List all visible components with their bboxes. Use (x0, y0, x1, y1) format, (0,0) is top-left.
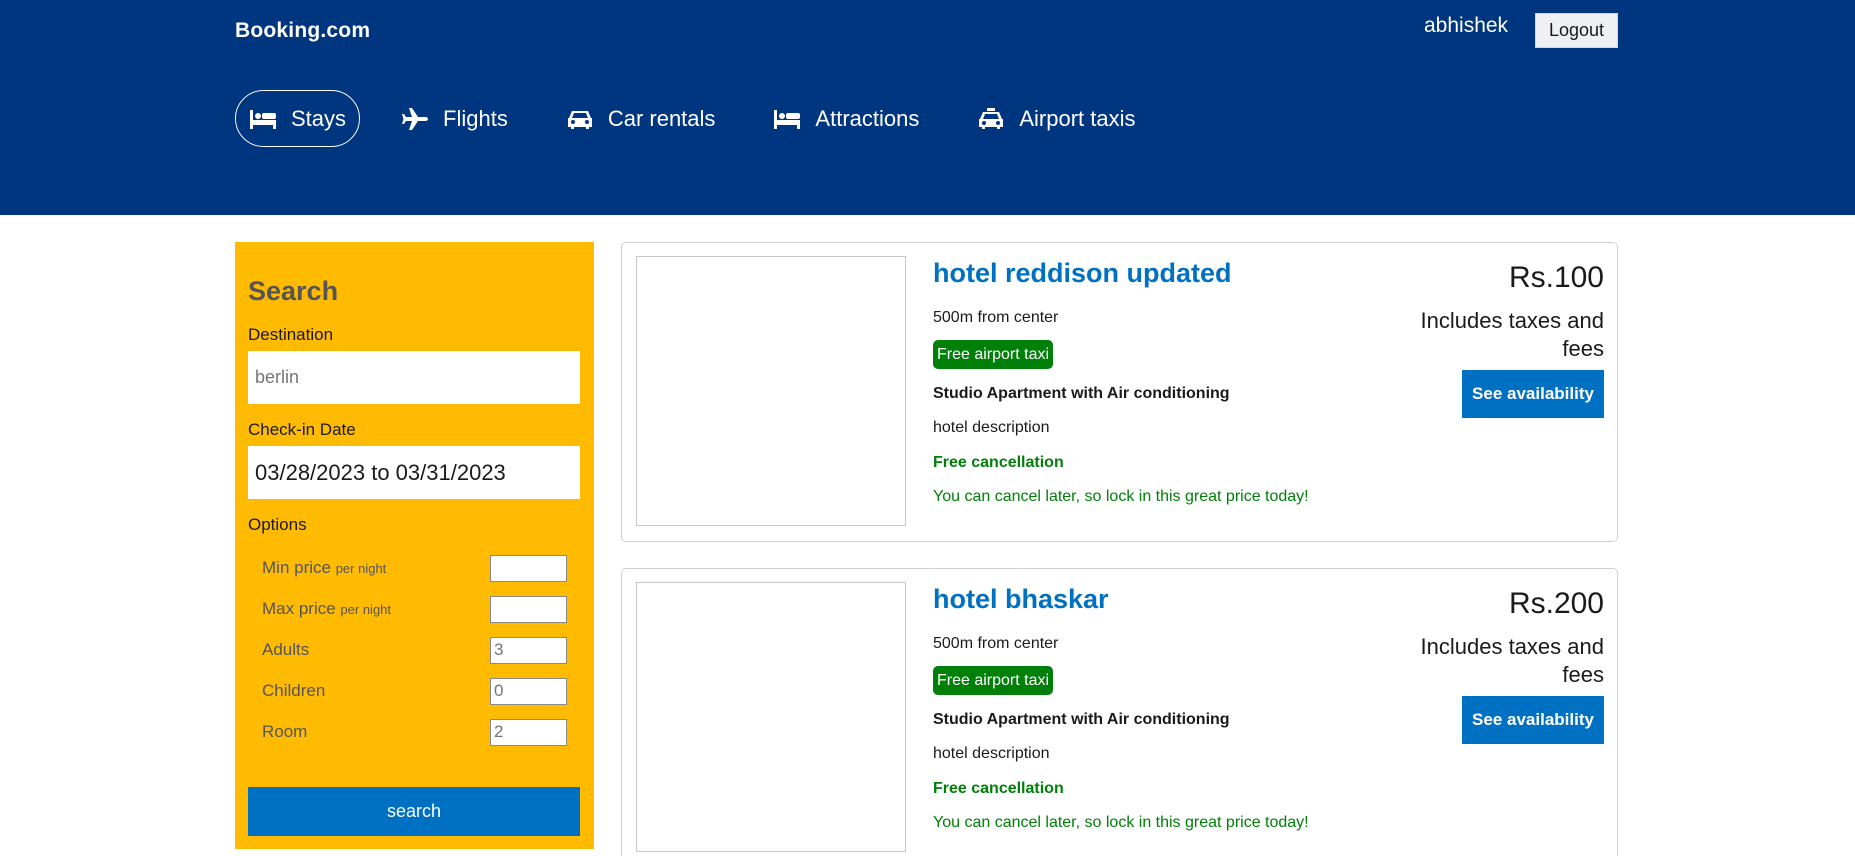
search-panel: Search Destination Check-in Date 03/28/2… (235, 242, 594, 849)
hotel-price: Rs.100 (1508, 261, 1604, 294)
nav-item-attractions[interactable]: Attractions (756, 90, 936, 147)
nav-label: Attractions (815, 105, 920, 131)
cancel-note: You can cancel later, so lock in this gr… (933, 814, 1309, 831)
tax-note: Includes taxes and fees (1420, 634, 1604, 687)
see-availability-button[interactable]: See availability (1462, 696, 1604, 744)
taxi-badge: Free airport taxi (933, 666, 1054, 695)
hotel-distance: 500m from center (933, 635, 1059, 652)
plane-icon (401, 107, 429, 130)
hotel-name[interactable]: hotel reddison updated (933, 258, 1232, 289)
free-cancellation: Free cancellation (933, 454, 1064, 471)
children-label: Children (262, 681, 326, 700)
cancel-note: You can cancel later, so lock in this gr… (933, 488, 1309, 505)
hotel-card: hotel reddison updated 500m from center … (621, 242, 1618, 542)
hotel-name[interactable]: hotel bhaskar (933, 584, 1109, 615)
tax-note: Includes taxes and fees (1420, 308, 1604, 361)
hotel-card: hotel bhaskar 500m from center Free airp… (621, 568, 1618, 856)
main-nav: Stays Flights Car rentals Attractions Ai… (235, 90, 1177, 147)
search-title: Search (248, 276, 339, 306)
min-price-row: Min price per night (262, 554, 567, 582)
nav-label: Car rentals (607, 105, 716, 131)
max-price-row: Max price per night (262, 595, 567, 623)
room-label: Room (262, 722, 308, 741)
adults-input[interactable] (490, 636, 567, 664)
nav-label: Flights (443, 105, 508, 131)
hotel-image[interactable] (636, 582, 906, 852)
per-night-note: per night (340, 602, 392, 617)
bed-icon (773, 108, 801, 130)
taxi-icon (977, 107, 1005, 130)
hotel-description: hotel description (933, 745, 1050, 762)
nav-item-car-rentals[interactable]: Car rentals (549, 90, 733, 147)
destination-input[interactable] (248, 351, 580, 404)
see-availability-button[interactable]: See availability (1462, 370, 1604, 418)
nav-label: Airport taxis (1019, 105, 1136, 131)
min-price-input[interactable] (490, 554, 567, 582)
hotel-image[interactable] (636, 256, 906, 526)
adults-label: Adults (262, 640, 310, 659)
max-price-label: Max price per night (262, 599, 392, 618)
options-label: Options (248, 515, 307, 534)
min-price-label: Min price per night (262, 558, 387, 577)
nav-item-flights[interactable]: Flights (384, 90, 525, 147)
max-price-input[interactable] (490, 595, 567, 623)
search-button[interactable]: search (248, 787, 580, 836)
date-range-field[interactable]: 03/28/2023 to 03/31/2023 (248, 446, 580, 499)
destination-label: Destination (248, 325, 334, 344)
room-type: Studio Apartment with Air conditioning (933, 711, 1230, 728)
hotel-description: hotel description (933, 419, 1050, 436)
hotel-distance: 500m from center (933, 309, 1059, 326)
children-input[interactable] (490, 677, 567, 705)
checkin-label: Check-in Date (248, 420, 356, 439)
nav-item-stays[interactable]: Stays (235, 90, 361, 147)
taxi-badge: Free airport taxi (933, 340, 1054, 369)
free-cancellation: Free cancellation (933, 780, 1064, 797)
car-icon (566, 108, 594, 130)
logout-button[interactable]: Logout (1535, 13, 1618, 48)
nav-label: Stays (291, 105, 347, 131)
adults-row: Adults (262, 636, 567, 664)
room-type: Studio Apartment with Air conditioning (933, 385, 1230, 402)
room-input[interactable] (490, 718, 567, 746)
bed-icon (249, 108, 277, 130)
children-row: Children (262, 677, 567, 705)
room-row: Room (262, 718, 567, 746)
hotel-price: Rs.200 (1508, 587, 1604, 620)
nav-item-airport-taxis[interactable]: Airport taxis (960, 90, 1152, 147)
brand-logo[interactable]: Booking.com (235, 19, 370, 43)
per-night-note: per night (335, 561, 387, 576)
top-header: Booking.com abhishek Logout Stays Flight… (0, 0, 1855, 215)
username: abhishek (1424, 14, 1509, 37)
